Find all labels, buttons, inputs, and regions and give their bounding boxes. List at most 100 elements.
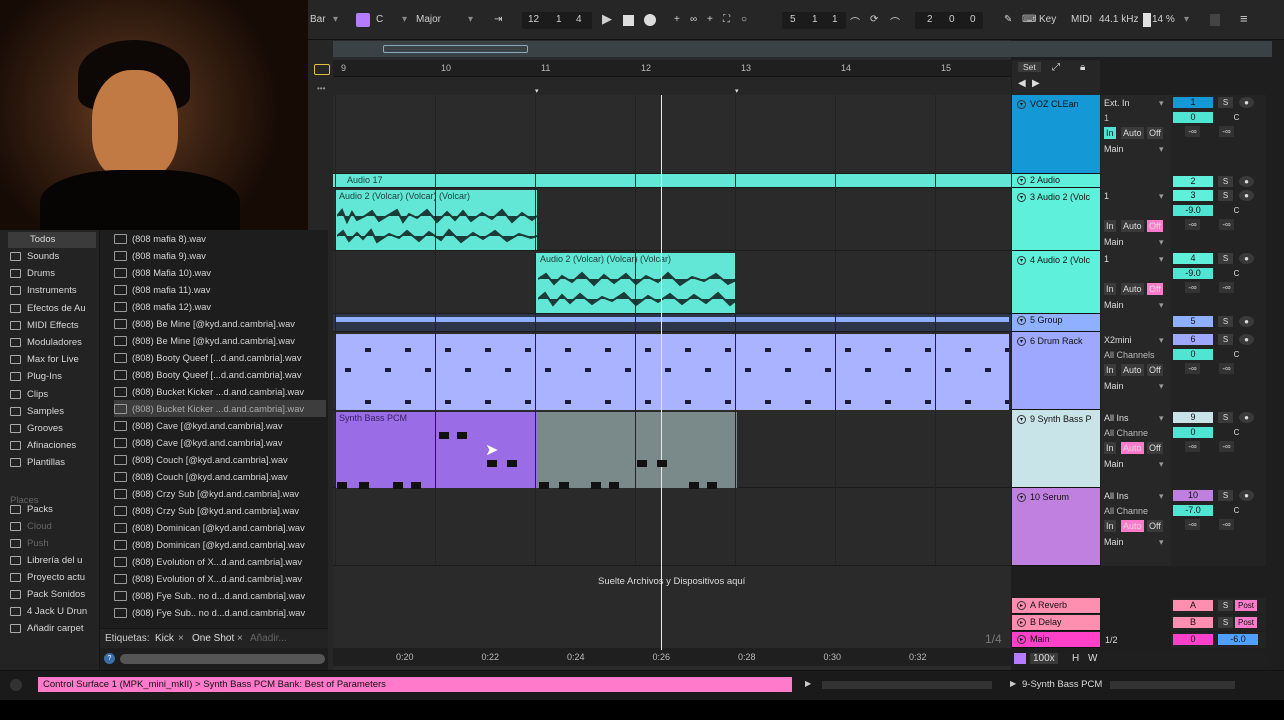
play-clip-icon[interactable]: ▶ — [805, 679, 811, 688]
volume-value[interactable]: -9.0 — [1173, 205, 1213, 216]
chevron-down-icon[interactable]: ▾ — [1159, 143, 1164, 155]
nav-left-icon[interactable]: ◀ — [1018, 78, 1026, 89]
file-item[interactable]: (808) Cave [@kyd.and.cambria].wav — [114, 417, 326, 434]
monitor-auto[interactable]: Auto — [1121, 127, 1144, 139]
return-number[interactable]: B — [1173, 617, 1213, 628]
arm-button[interactable]: ● — [1239, 97, 1254, 108]
place-item[interactable]: Pack Sonidos — [10, 586, 85, 603]
chevron-down-icon[interactable]: ▾ — [1159, 253, 1164, 265]
input-channel[interactable]: 1 — [1104, 112, 1109, 124]
send-a[interactable]: -∞ — [1185, 441, 1200, 452]
send-a[interactable]: -∞ — [1185, 126, 1200, 137]
category-all[interactable]: Todos — [30, 231, 55, 248]
tag-one-shot[interactable]: One Shot — [192, 633, 234, 644]
track-number[interactable]: 1 — [1173, 97, 1213, 108]
solo-button[interactable]: S — [1218, 97, 1233, 108]
fold-icon[interactable]: ▾ — [1017, 315, 1026, 325]
input-type[interactable]: 1 — [1104, 253, 1109, 265]
monitor-auto[interactable]: Auto — [1121, 520, 1144, 532]
category-item[interactable]: Plug-Ins — [10, 368, 62, 385]
place-item[interactable]: Librería del u — [10, 552, 82, 569]
category-item[interactable]: Samples — [10, 403, 64, 420]
file-item[interactable]: (808) Cave [@kyd.and.cambria].wav — [114, 434, 326, 451]
monitor-off[interactable]: Off — [1147, 364, 1163, 376]
send-b[interactable]: -∞ — [1219, 282, 1234, 293]
link-icon[interactable]: ∞ — [690, 14, 697, 25]
file-item[interactable]: (808) Evolution of X...d.and.cambria].wa… — [114, 553, 326, 570]
fold-icon[interactable]: ▾ — [1017, 492, 1026, 502]
track-number[interactable]: 10 — [1173, 490, 1213, 501]
main-volume[interactable]: -6.0 — [1218, 634, 1258, 645]
chevron-down-icon[interactable]: ▾ — [1159, 236, 1164, 248]
return-track-header[interactable]: ▸ Main — [1012, 632, 1100, 648]
category-item[interactable]: Max for Live — [10, 351, 79, 368]
clip-synth-bass-pcm[interactable]: Synth Bass PCM — [335, 412, 537, 488]
chevron-down-icon[interactable]: ▾ — [402, 14, 407, 25]
locator-marker-icon[interactable]: ▾ — [735, 87, 739, 95]
volume-value[interactable]: 0 — [1173, 112, 1213, 123]
send-b[interactable]: -∞ — [1219, 126, 1234, 137]
file-item[interactable]: (808) Bucket Kicker ...d.and.cambria].wa… — [114, 400, 326, 417]
solo-button[interactable]: S — [1218, 176, 1233, 187]
file-item[interactable]: (808) Fye Sub.. no d...d.and.cambria].wa… — [114, 604, 326, 621]
track-header[interactable]: ▾ 10 Serum — [1012, 488, 1100, 566]
w-toggle[interactable]: W — [1088, 653, 1097, 664]
fold-icon[interactable]: ▾ — [1017, 414, 1026, 424]
status-track[interactable]: 9-Synth Bass PCM — [1022, 679, 1102, 690]
file-item[interactable]: (808) Crzy Sub [@kyd.and.cambria].wav — [114, 502, 326, 519]
monitor-auto[interactable]: Auto — [1121, 220, 1144, 232]
place-item[interactable]: Añadir carpet — [10, 620, 84, 637]
send-a[interactable]: -∞ — [1185, 282, 1200, 293]
input-type[interactable]: X2mini — [1104, 334, 1132, 346]
file-item[interactable]: (808) Dominican [@kyd.and.cambria].wav — [114, 536, 326, 553]
post-button[interactable]: Post — [1235, 600, 1257, 611]
pan-value[interactable]: C — [1229, 268, 1244, 279]
loop-length[interactable]: 2 0 0 — [915, 12, 983, 29]
category-item[interactable]: MIDI Effects — [10, 317, 79, 334]
fold-icon[interactable]: ▸ — [1017, 600, 1026, 610]
tag-add-input[interactable]: Añadir... — [250, 633, 287, 644]
place-item[interactable]: Proyecto actu — [10, 569, 85, 586]
overdub-icon[interactable]: + — [707, 14, 713, 25]
clip-drum-rack[interactable] — [335, 334, 1009, 410]
chevron-down-icon[interactable]: ▾ — [1159, 458, 1164, 470]
place-item[interactable]: Cloud — [10, 518, 52, 535]
chevron-down-icon[interactable]: ▾ — [333, 14, 338, 25]
monitor-in[interactable]: In — [1104, 220, 1116, 232]
tag-remove-icon[interactable]: × — [178, 633, 184, 644]
solo-button[interactable]: S — [1218, 316, 1233, 327]
input-type[interactable]: Ext. In — [1104, 97, 1130, 109]
info-icon[interactable] — [10, 679, 22, 691]
volume-value[interactable]: -9.0 — [1173, 268, 1213, 279]
loop-start-sixteenth[interactable]: 1 — [832, 14, 838, 25]
input-channel[interactable]: All Channels — [1104, 349, 1155, 361]
monitor-auto[interactable]: Auto — [1121, 442, 1144, 454]
send-b[interactable]: -∞ — [1219, 219, 1234, 230]
monitor-off[interactable]: Off — [1147, 520, 1163, 532]
file-item[interactable]: (808) Bucket Kicker ...d.and.cambria].wa… — [114, 383, 326, 400]
loop-start-bar[interactable]: 5 — [790, 14, 796, 25]
volume-value[interactable]: 0 — [1173, 349, 1213, 360]
arm-button[interactable]: ● — [1239, 176, 1254, 187]
insert-marker-icon[interactable] — [314, 64, 330, 75]
position-beat[interactable]: 1 — [556, 14, 562, 25]
file-item[interactable]: (808 Mafia 10).wav — [114, 264, 326, 281]
lock-icon[interactable]: 🔒︎ — [1080, 62, 1085, 73]
track-number[interactable]: 6 — [1173, 334, 1213, 345]
solo-button[interactable]: S — [1218, 617, 1233, 628]
loop-length-bar[interactable]: 2 — [927, 14, 933, 25]
file-item[interactable]: (808) Booty Queef [...d.and.cambria].wav — [114, 366, 326, 383]
follow-icon[interactable]: ⇥ — [494, 14, 502, 25]
clip-audio-2-b[interactable]: Audio 2 (Volcar) (Volcar) (Volcar) — [536, 253, 736, 313]
category-item[interactable]: Grooves — [10, 420, 63, 437]
file-item[interactable]: (808) Dominican [@kyd.and.cambria].wav — [114, 519, 326, 536]
monitor-off[interactable]: Off — [1147, 283, 1163, 295]
monitor-in[interactable]: In — [1104, 283, 1116, 295]
place-item[interactable]: 4 Jack U Drun — [10, 603, 87, 620]
place-item[interactable]: Packs — [10, 501, 53, 518]
tag-kick[interactable]: Kick — [155, 633, 174, 644]
nav-right-icon[interactable]: ▶ — [1032, 78, 1040, 89]
pan-value[interactable]: C — [1229, 349, 1244, 360]
track-header[interactable]: ▾ 9 Synth Bass P — [1012, 410, 1100, 488]
arm-button[interactable]: ● — [1239, 190, 1254, 201]
